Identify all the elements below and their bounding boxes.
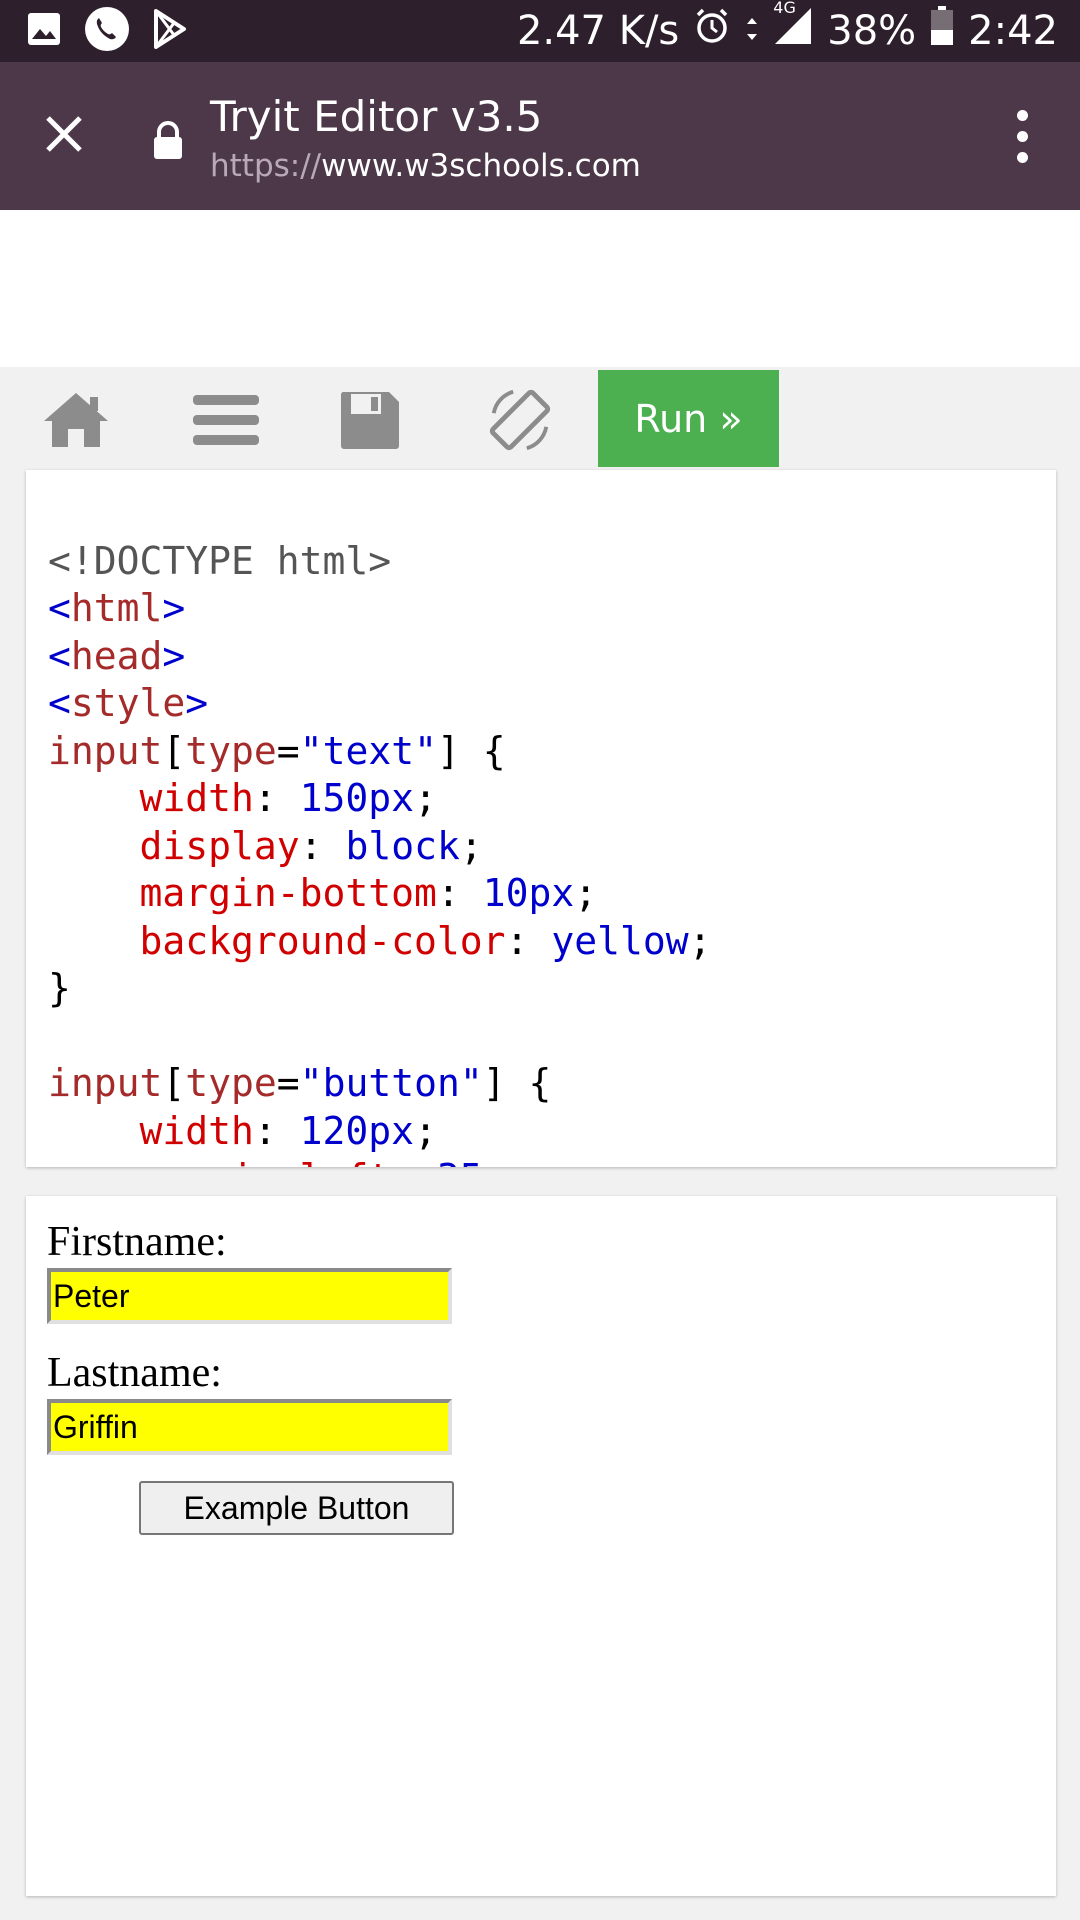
page-url[interactable]: https://www.w3schools.com bbox=[210, 148, 641, 184]
dot bbox=[1016, 130, 1028, 142]
save-icon[interactable] bbox=[334, 389, 406, 451]
close-icon bbox=[46, 116, 82, 152]
code-line: width: 120px; bbox=[139, 1108, 437, 1153]
network-type: 4G bbox=[773, 0, 796, 17]
code-line: margin-bottom: 10px; bbox=[139, 871, 598, 915]
ad-area bbox=[0, 210, 1080, 367]
clock: 2:42 bbox=[968, 8, 1058, 54]
code-editor[interactable]: <!DOCTYPE html> <html> <head> <style> in… bbox=[26, 470, 1056, 1167]
image-icon bbox=[26, 11, 62, 52]
menu-icon[interactable] bbox=[190, 389, 262, 451]
firstname-input[interactable] bbox=[47, 1268, 452, 1324]
data-arrows-icon bbox=[745, 8, 759, 54]
code-line: <!DOCTYPE html> bbox=[48, 538, 392, 583]
battery-icon bbox=[930, 6, 954, 56]
code-line: <html> bbox=[48, 586, 186, 630]
status-bar-notifications bbox=[26, 6, 188, 57]
dot bbox=[1016, 151, 1028, 163]
code-line: width: 150px; bbox=[139, 776, 437, 820]
lock-icon bbox=[152, 120, 184, 160]
page-title: Tryit Editor v3.5 bbox=[210, 92, 543, 141]
code-line: margin-left: 35px; bbox=[48, 1156, 552, 1167]
play-store-icon bbox=[152, 8, 188, 54]
signal-icon: 4G bbox=[773, 0, 813, 56]
code-line: } bbox=[48, 966, 71, 1010]
overflow-menu-button[interactable] bbox=[992, 100, 1052, 172]
lastname-input[interactable] bbox=[47, 1399, 452, 1455]
code-line: <style> bbox=[48, 681, 209, 725]
code-line: input[type="button"] { bbox=[48, 1061, 552, 1105]
code-line: background-color: yellow; bbox=[139, 918, 712, 963]
status-bar-system: 2.47 K/s 4G 38% 2:42 bbox=[517, 0, 1058, 62]
network-speed: 2.47 K/s bbox=[516, 8, 680, 54]
close-tab-button[interactable] bbox=[28, 98, 100, 170]
code-line: display: block; bbox=[139, 823, 483, 868]
code-line: <head> bbox=[48, 633, 186, 678]
editor-toolbar: Run » bbox=[0, 367, 1080, 467]
phone-icon bbox=[84, 6, 130, 57]
browser-toolbar: Tryit Editor v3.5 https://www.w3schools.… bbox=[0, 62, 1080, 210]
alarm-icon bbox=[693, 7, 731, 55]
status-bar: 2.47 K/s 4G 38% 2:42 bbox=[0, 0, 1080, 62]
url-host: www.w3schools.com bbox=[321, 148, 641, 184]
rotate-icon[interactable] bbox=[484, 389, 556, 451]
home-icon[interactable] bbox=[40, 389, 112, 451]
code-text[interactable]: <!DOCTYPE html> <html> <head> <style> in… bbox=[48, 490, 712, 1168]
battery-percent: 38% bbox=[827, 8, 917, 54]
example-button[interactable]: Example Button bbox=[139, 1481, 454, 1535]
code-line: input[type="text"] { bbox=[48, 728, 506, 773]
lastname-label: Lastname: bbox=[47, 1350, 222, 1396]
run-button[interactable]: Run » bbox=[598, 370, 779, 467]
url-protocol: https:// bbox=[210, 148, 322, 184]
dot bbox=[1016, 109, 1028, 121]
firstname-label: Firstname: bbox=[47, 1219, 227, 1265]
result-frame: Firstname: Lastname: Example Button bbox=[26, 1196, 1056, 1896]
